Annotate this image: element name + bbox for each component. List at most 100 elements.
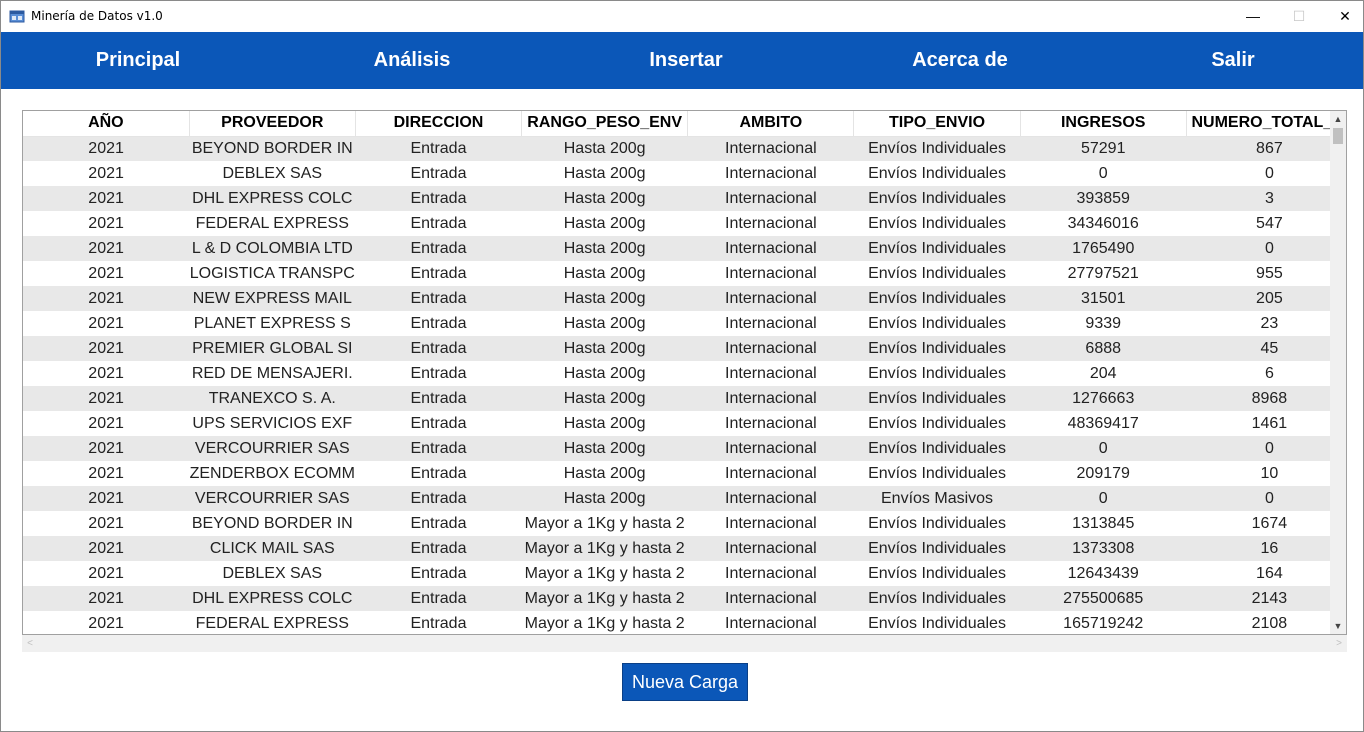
table-cell[interactable]: Entrada <box>355 286 522 311</box>
scroll-left-icon[interactable]: < <box>22 635 38 652</box>
table-row[interactable]: 2021 DHL EXPRESS COLC Entrada Mayor a 1Kg y… <box>23 586 1331 611</box>
table-cell[interactable]: 1461 <box>1186 411 1331 436</box>
table-cell[interactable]: 164 <box>1186 561 1331 586</box>
table-cell[interactable]: 204 <box>1020 361 1187 386</box>
table-cell[interactable]: 6888 <box>1020 336 1187 361</box>
vertical-scrollbar[interactable]: ▲ ▼ <box>1330 111 1346 634</box>
table-cell[interactable]: 0 <box>1186 486 1331 511</box>
table-cell[interactable]: 2021 <box>23 286 190 311</box>
table-cell[interactable]: Envíos Masivos <box>853 486 1021 511</box>
table-cell[interactable]: Envíos Individuales <box>853 161 1021 186</box>
table-cell[interactable]: Hasta 200g <box>521 311 688 336</box>
table-cell[interactable]: Hasta 200g <box>521 386 688 411</box>
table-cell[interactable]: Hasta 200g <box>521 411 688 436</box>
table-cell[interactable]: Envíos Individuales <box>853 261 1021 286</box>
table-cell[interactable]: Envíos Individuales <box>853 286 1021 311</box>
table-cell[interactable]: 955 <box>1186 261 1331 286</box>
table-cell[interactable]: VERCOURRIER SAS <box>189 436 356 461</box>
table-row[interactable]: 2021 L & D COLOMBIA LTD Entrada Hasta 200g I… <box>23 236 1331 261</box>
table-cell[interactable]: CLICK MAIL SAS <box>189 536 356 561</box>
table-cell[interactable]: UPS SERVICIOS EXF <box>189 411 356 436</box>
table-cell[interactable]: Hasta 200g <box>521 136 688 161</box>
table-cell[interactable]: Entrada <box>355 561 522 586</box>
table-row[interactable]: 2021 NEW EXPRESS MAIL Entrada Hasta 200g Int… <box>23 286 1331 311</box>
nav-analisis[interactable]: Análisis <box>312 32 512 89</box>
table-cell[interactable]: PLANET EXPRESS S <box>189 311 356 336</box>
nav-salir[interactable]: Salir <box>1133 32 1333 89</box>
title-bar[interactable]: Minería de Datos v1.0 — ☐ ✕ <box>1 1 1363 31</box>
table-cell[interactable]: Envíos Individuales <box>853 611 1021 634</box>
table-cell[interactable]: 57291 <box>1020 136 1187 161</box>
nav-insertar[interactable]: Insertar <box>586 32 786 89</box>
table-cell[interactable]: Internacional <box>687 411 854 436</box>
table-cell[interactable]: Entrada <box>355 436 522 461</box>
table-cell[interactable]: Envíos Individuales <box>853 186 1021 211</box>
table-row[interactable]: 2021 DEBLEX SAS Entrada Hasta 200g Internaci… <box>23 161 1331 186</box>
table-cell[interactable]: FEDERAL EXPRESS <box>189 611 356 634</box>
table-cell[interactable]: Internacional <box>687 186 854 211</box>
table-cell[interactable]: DHL EXPRESS COLC <box>189 586 356 611</box>
table-cell[interactable]: 31501 <box>1020 286 1187 311</box>
table-cell[interactable]: 2108 <box>1186 611 1331 634</box>
table-cell[interactable]: 2021 <box>23 261 190 286</box>
table-cell[interactable]: RED DE MENSAJERI. <box>189 361 356 386</box>
minimize-button[interactable]: — <box>1230 1 1276 31</box>
table-row[interactable]: 2021 RED DE MENSAJERI. Entrada Hasta 200g In… <box>23 361 1331 386</box>
column-header[interactable]: DIRECCION <box>355 111 523 137</box>
table-cell[interactable]: Internacional <box>687 436 854 461</box>
table-cell[interactable]: Hasta 200g <box>521 211 688 236</box>
table-cell[interactable]: Entrada <box>355 536 522 561</box>
table-cell[interactable]: 209179 <box>1020 461 1187 486</box>
table-cell[interactable]: Hasta 200g <box>521 486 688 511</box>
table-cell[interactable]: Entrada <box>355 461 522 486</box>
table-cell[interactable]: BEYOND BORDER IN <box>189 136 356 161</box>
table-cell[interactable]: 6 <box>1186 361 1331 386</box>
scroll-right-icon[interactable]: > <box>1331 635 1347 652</box>
table-cell[interactable]: Hasta 200g <box>521 461 688 486</box>
scroll-up-icon[interactable]: ▲ <box>1330 111 1346 127</box>
table-row[interactable]: 2021 ZENDERBOX ECOMM Entrada Hasta 200g Inte… <box>23 461 1331 486</box>
table-cell[interactable]: PREMIER GLOBAL SI <box>189 336 356 361</box>
table-cell[interactable]: Entrada <box>355 161 522 186</box>
table-cell[interactable]: 275500685 <box>1020 586 1187 611</box>
table-cell[interactable]: Envíos Individuales <box>853 411 1021 436</box>
table-cell[interactable]: Entrada <box>355 586 522 611</box>
table-cell[interactable]: 2021 <box>23 186 190 211</box>
table-cell[interactable]: 34346016 <box>1020 211 1187 236</box>
table-cell[interactable]: 0 <box>1186 236 1331 261</box>
table-cell[interactable]: Internacional <box>687 586 854 611</box>
table-cell[interactable]: 0 <box>1186 436 1331 461</box>
table-cell[interactable]: NEW EXPRESS MAIL <box>189 286 356 311</box>
table-cell[interactable]: 48369417 <box>1020 411 1187 436</box>
table-cell[interactable]: Entrada <box>355 386 522 411</box>
table-cell[interactable]: Internacional <box>687 161 854 186</box>
table-cell[interactable]: 45 <box>1186 336 1331 361</box>
table-cell[interactable]: Envíos Individuales <box>853 536 1021 561</box>
table-cell[interactable]: Internacional <box>687 361 854 386</box>
table-cell[interactable]: 1765490 <box>1020 236 1187 261</box>
table-cell[interactable]: Envíos Individuales <box>853 561 1021 586</box>
table-cell[interactable]: Internacional <box>687 286 854 311</box>
nav-acerca-de[interactable]: Acerca de <box>860 32 1060 89</box>
data-grid[interactable]: AÑO PROVEEDOR DIRECCION RANGO_PESO_ENV AMBIT… <box>22 110 1347 635</box>
table-cell[interactable]: 0 <box>1020 486 1187 511</box>
maximize-button[interactable]: ☐ <box>1276 1 1322 31</box>
table-cell[interactable]: Envíos Individuales <box>853 336 1021 361</box>
table-cell[interactable]: 2021 <box>23 411 190 436</box>
table-cell[interactable]: Mayor a 1Kg y hasta 2 <box>521 586 688 611</box>
table-cell[interactable]: 2021 <box>23 461 190 486</box>
table-cell[interactable]: Internacional <box>687 486 854 511</box>
table-row[interactable]: 2021 PREMIER GLOBAL SI Entrada Hasta 200g In… <box>23 336 1331 361</box>
table-cell[interactable]: DEBLEX SAS <box>189 561 356 586</box>
table-cell[interactable]: 0 <box>1020 436 1187 461</box>
table-cell[interactable]: 8968 <box>1186 386 1331 411</box>
table-cell[interactable]: Entrada <box>355 486 522 511</box>
table-row[interactable]: 2021 FEDERAL EXPRESS Entrada Hasta 200g Inte… <box>23 211 1331 236</box>
table-cell[interactable]: Hasta 200g <box>521 436 688 461</box>
table-cell[interactable]: 16 <box>1186 536 1331 561</box>
table-cell[interactable]: TRANEXCO S. A. <box>189 386 356 411</box>
table-cell[interactable]: 2021 <box>23 386 190 411</box>
table-cell[interactable]: 1313845 <box>1020 511 1187 536</box>
table-cell[interactable]: Entrada <box>355 411 522 436</box>
table-cell[interactable]: Hasta 200g <box>521 286 688 311</box>
